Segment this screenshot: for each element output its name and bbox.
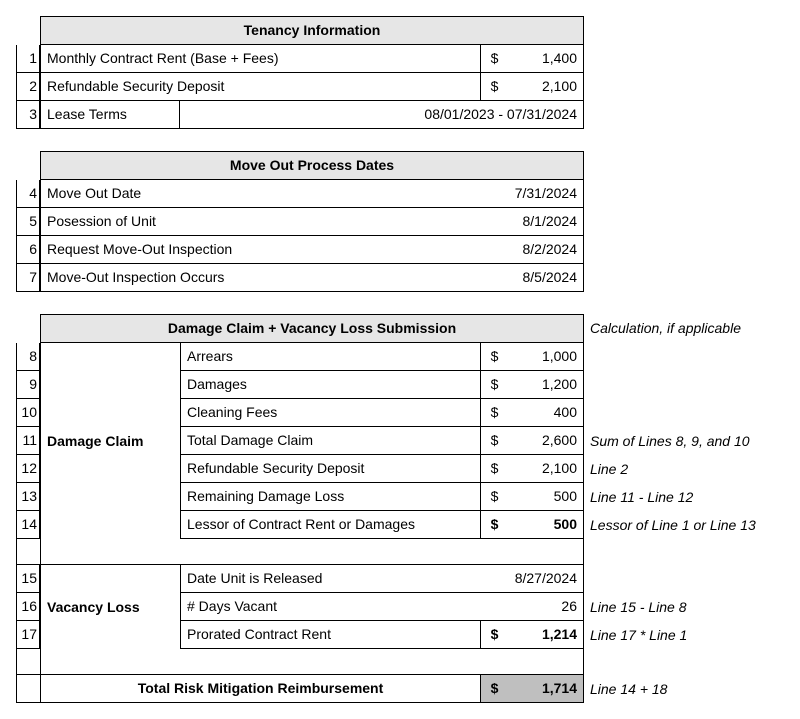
row-number: 16 <box>16 593 40 621</box>
row-label: Posession of Unit <box>40 208 480 236</box>
row-number: 10 <box>16 399 40 427</box>
row-number: 3 <box>16 101 40 129</box>
row-value: 7/31/2024 <box>480 180 584 208</box>
currency-symbol: $ <box>480 371 508 399</box>
row-value: 2,100 <box>508 73 584 101</box>
row-number: 11 <box>16 427 40 455</box>
row-label: Prorated Contract Rent <box>180 621 480 649</box>
row-number: 6 <box>16 236 40 264</box>
row-number: 7 <box>16 264 40 292</box>
row-number: 2 <box>16 73 40 101</box>
row-calc: Lessor of Line 1 or Line 13 <box>584 511 800 539</box>
row-label: # Days Vacant <box>180 593 480 621</box>
row-label: Request Move-Out Inspection <box>40 236 480 264</box>
worksheet: Tenancy Information 1 Monthly Contract R… <box>16 16 784 703</box>
row-label: Refundable Security Deposit <box>40 73 480 101</box>
row-value: 2,600 <box>508 427 584 455</box>
row-value: 400 <box>508 399 584 427</box>
currency-symbol: $ <box>480 73 508 101</box>
row-number: 17 <box>16 621 40 649</box>
row-number: 8 <box>16 343 40 371</box>
row-label: Lessor of Contract Rent or Damages <box>180 511 480 539</box>
row-label: Date Unit is Released <box>180 565 480 593</box>
row-label: Remaining Damage Loss <box>180 483 480 511</box>
damage-claim-group: Damage Claim <box>40 343 180 539</box>
row-value: 26 <box>480 593 584 621</box>
row-number: 1 <box>16 45 40 73</box>
claim-header: Damage Claim + Vacancy Loss Submission <box>40 314 584 343</box>
currency-symbol: $ <box>480 511 508 539</box>
row-number: 9 <box>16 371 40 399</box>
row-label: Refundable Security Deposit <box>180 455 480 483</box>
currency-symbol: $ <box>480 343 508 371</box>
tenancy-header: Tenancy Information <box>40 16 584 45</box>
currency-symbol: $ <box>480 45 508 73</box>
lease-terms-value: 08/01/2023 - 07/31/2024 <box>180 101 584 129</box>
row-value: 2,100 <box>508 455 584 483</box>
row-label: Damages <box>180 371 480 399</box>
row-calc: Line 17 * Line 1 <box>584 621 800 649</box>
row-value: 500 <box>508 511 584 539</box>
currency-symbol: $ <box>480 427 508 455</box>
row-value: 1,000 <box>508 343 584 371</box>
row-value: 8/5/2024 <box>480 264 584 292</box>
row-calc <box>584 371 800 399</box>
row-number: 12 <box>16 455 40 483</box>
row-value: 500 <box>508 483 584 511</box>
row-calc: Sum of Lines 8, 9, and 10 <box>584 427 800 455</box>
moveout-header: Move Out Process Dates <box>40 151 584 180</box>
row-calc <box>584 343 800 371</box>
row-number: 5 <box>16 208 40 236</box>
row-value: 1,200 <box>508 371 584 399</box>
currency-symbol: $ <box>480 621 508 649</box>
row-value: 1,214 <box>508 621 584 649</box>
currency-symbol: $ <box>480 399 508 427</box>
row-calc: Line 2 <box>584 455 800 483</box>
currency-symbol: $ <box>480 455 508 483</box>
row-calc <box>584 399 800 427</box>
row-number: 14 <box>16 511 40 539</box>
row-label: Cleaning Fees <box>180 399 480 427</box>
row-number: 15 <box>16 565 40 593</box>
row-value: 1,400 <box>508 45 584 73</box>
vacancy-loss-group: Vacancy Loss <box>40 565 180 649</box>
row-value: 8/27/2024 <box>480 565 584 593</box>
row-calc: Line 11 - Line 12 <box>584 483 800 511</box>
row-label: Monthly Contract Rent (Base + Fees) <box>40 45 480 73</box>
row-label: Total Damage Claim <box>180 427 480 455</box>
row-number: 13 <box>16 483 40 511</box>
calculation-header: Calculation, if applicable <box>584 314 800 343</box>
row-calc <box>584 565 800 593</box>
row-label: Move Out Date <box>40 180 480 208</box>
row-calc: Line 15 - Line 8 <box>584 593 800 621</box>
row-number: 4 <box>16 180 40 208</box>
row-label: Move-Out Inspection Occurs <box>40 264 480 292</box>
currency-symbol: $ <box>480 483 508 511</box>
row-label: Arrears <box>180 343 480 371</box>
row-label: Lease Terms <box>40 101 180 129</box>
row-value: 8/1/2024 <box>480 208 584 236</box>
row-value: 8/2/2024 <box>480 236 584 264</box>
